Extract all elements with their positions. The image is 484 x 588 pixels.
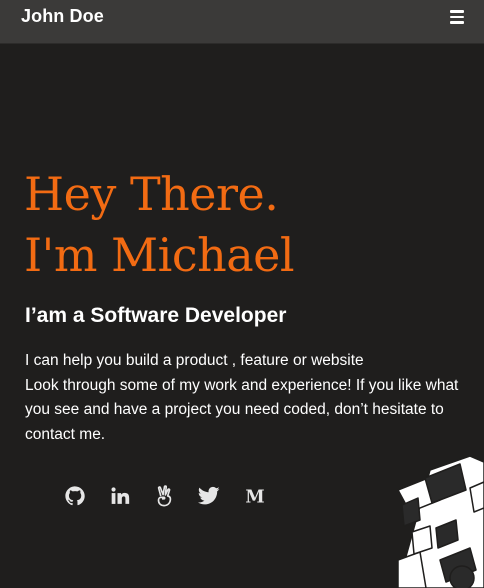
decorative-illustration xyxy=(397,455,484,588)
